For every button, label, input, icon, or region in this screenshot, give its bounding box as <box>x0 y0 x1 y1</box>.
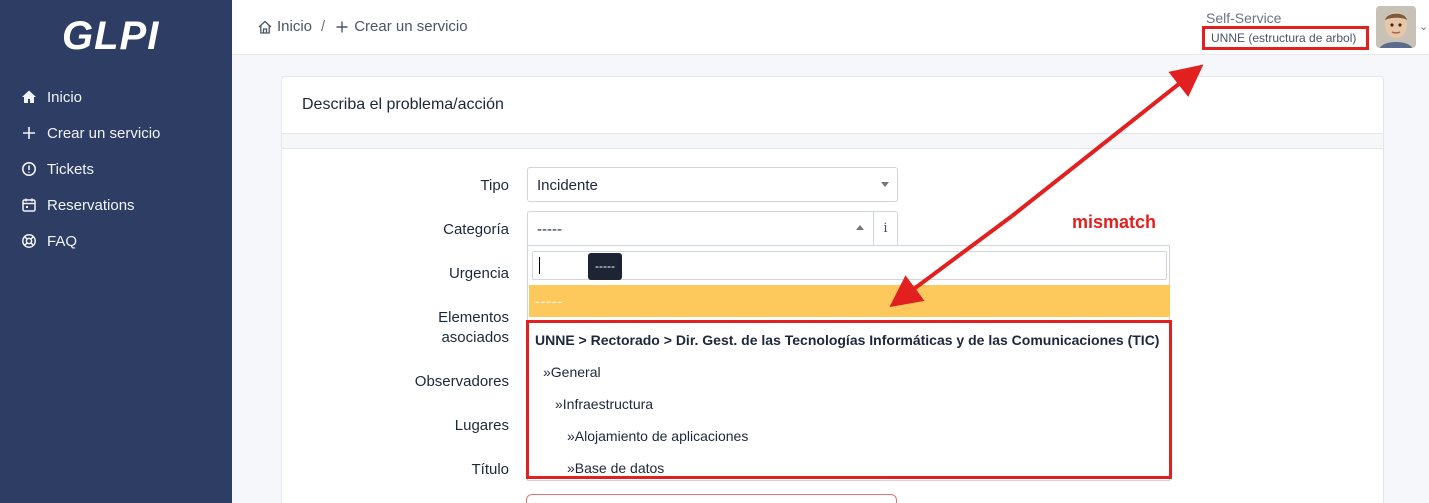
sidebar-item-reservations[interactable]: Reservations <box>0 187 232 223</box>
sidebar-item-label: Tickets <box>47 160 94 178</box>
sidebar-item-inicio[interactable]: Inicio <box>0 79 232 115</box>
caret-down-icon <box>881 182 889 187</box>
sidebar-nav: Inicio Crear un servicio Tickets Reserva… <box>0 79 232 259</box>
dropdown-option[interactable]: »Alojamiento de aplicaciones <box>567 428 748 444</box>
dropdown-option[interactable]: »Infraestructura <box>555 396 653 412</box>
label-observadores: Observadores <box>414 373 509 390</box>
breadcrumb-crear-servicio[interactable]: Crear un servicio <box>334 18 468 35</box>
info-icon[interactable]: i <box>873 212 897 245</box>
text-cursor <box>539 257 540 274</box>
tipo-value: Incidente <box>537 177 598 194</box>
categoria-select[interactable]: ----- i <box>527 211 898 246</box>
sidebar-item-crear-servicio[interactable]: Crear un servicio <box>0 115 232 151</box>
dropdown-option[interactable]: »Base de datos <box>567 460 664 476</box>
label-titulo: Título <box>471 461 509 478</box>
categoria-value: ----- <box>537 221 562 238</box>
sidebar-item-tickets[interactable]: Tickets <box>0 151 232 187</box>
breadcrumb-inicio[interactable]: Inicio <box>257 18 312 35</box>
sidebar-item-faq[interactable]: FAQ <box>0 223 232 259</box>
tooltip: ----- <box>588 253 622 280</box>
categoria-dropdown: ----- ----- UNNE > Rectorado > Dir. Gest… <box>527 245 1170 481</box>
home-icon <box>20 88 38 106</box>
dropdown-option[interactable]: »General <box>543 364 601 380</box>
titulo-input[interactable] <box>526 494 897 503</box>
label-urgencia: Urgencia <box>448 265 509 282</box>
label-asociados: asociados <box>441 329 509 346</box>
dropdown-option-group: UNNE > Rectorado > Dir. Gest. de las Tec… <box>535 332 1160 348</box>
chevron-down-icon[interactable]: ⌄ <box>1419 20 1428 33</box>
plus-icon <box>336 21 348 32</box>
home-icon <box>258 20 272 34</box>
label-categoria: Categoría <box>443 221 509 238</box>
sidebar-item-label: Reservations <box>47 196 135 214</box>
dropdown-option-highlighted[interactable]: ----- <box>529 285 1170 317</box>
card-separator <box>282 133 1383 149</box>
top-header: Inicio / Crear un servicio Self-Service … <box>232 0 1429 55</box>
tipo-select[interactable]: Incidente <box>527 167 898 202</box>
glpi-logo[interactable]: GLPI <box>62 14 159 59</box>
sidebar-item-label: Inicio <box>47 88 83 106</box>
breadcrumb-label: Crear un servicio <box>354 18 468 35</box>
profile-name: Self-Service <box>1206 10 1282 26</box>
card-title: Describa el problema/acción <box>302 96 504 113</box>
alert-circle-icon <box>20 160 38 178</box>
caret-up-icon <box>856 225 864 230</box>
plus-icon <box>20 124 38 142</box>
user-profile-box[interactable]: Self-Service UNNE (estructura de arbol) <box>1202 10 1369 50</box>
label-tipo: Tipo <box>480 177 509 194</box>
sidebar-item-label: Crear un servicio <box>47 124 161 142</box>
calendar-icon <box>20 196 38 214</box>
label-elementos: Elementos <box>438 309 509 326</box>
breadcrumb-separator: / <box>321 18 326 35</box>
annotation-label: mismatch <box>1072 212 1157 232</box>
label-lugares: Lugares <box>454 417 509 434</box>
avatar[interactable] <box>1376 6 1416 48</box>
entity-name: UNNE (estructura de arbol) <box>1202 26 1369 50</box>
form-card: Describa el problema/acción Tipo Inciden… <box>281 76 1384 503</box>
sidebar-item-label: FAQ <box>47 232 78 250</box>
breadcrumb-label: Inicio <box>277 18 313 35</box>
lifebuoy-icon <box>20 232 38 250</box>
breadcrumb: Inicio / Crear un servicio <box>257 18 468 35</box>
sidebar: GLPI Inicio Crear un servicio Tickets Re… <box>0 0 232 503</box>
dropdown-search-input[interactable]: ----- <box>532 251 1167 280</box>
